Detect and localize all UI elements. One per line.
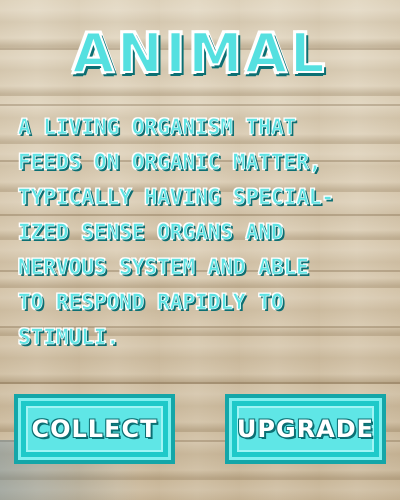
- upgrade-button-label: UPGRADE: [236, 415, 375, 443]
- collect-button-label: COLLECT: [31, 415, 158, 443]
- card-description: A LIVING ORGANISM THAT FEEDS ON ORGANIC …: [18, 115, 335, 350]
- card-title: ANIMAL: [71, 21, 328, 86]
- plank-seam: [0, 104, 400, 106]
- upgrade-button[interactable]: UPGRADE: [225, 394, 386, 464]
- plank-seam: [0, 382, 400, 384]
- collect-button[interactable]: COLLECT: [14, 394, 175, 464]
